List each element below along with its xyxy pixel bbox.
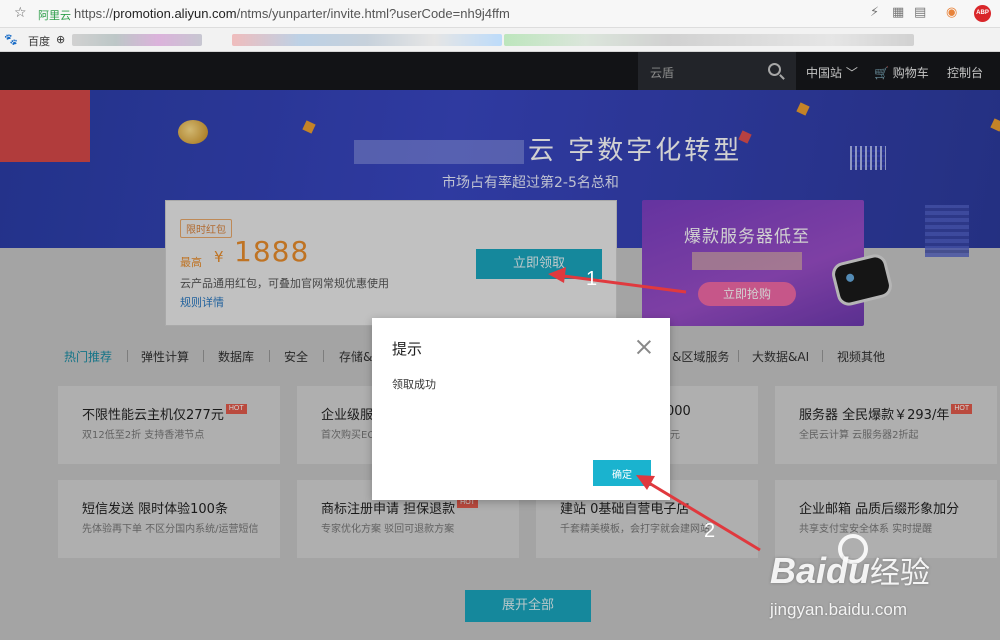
logo-cn: 经验 <box>870 557 931 590</box>
lightning-icon[interactable]: ⚡ <box>870 5 879 20</box>
url-host: promotion.aliyun.com <box>113 6 237 21</box>
url-path: /ntms/yunparter/invite.html?userCode=nh9… <box>236 6 510 21</box>
confirm-button[interactable]: 确定 <box>593 460 651 486</box>
url-field[interactable]: https://promotion.aliyun.com/ntms/yunpar… <box>74 6 510 21</box>
logo-right: du <box>826 550 871 591</box>
baidu-logo: Baidu经验 <box>770 548 930 592</box>
browser-address-bar: ☆ 阿里云 https://promotion.aliyun.com/ntms/… <box>0 0 1000 28</box>
dialog-message: 领取成功 <box>392 378 436 391</box>
blurred-bookmarks <box>232 34 502 46</box>
grid-icon[interactable]: ▤ <box>914 5 926 20</box>
annotation-number-1: 1 <box>586 268 598 290</box>
annotation-number-2: 2 <box>704 520 716 542</box>
watermark-domain: jingyan.baidu.com <box>770 600 908 619</box>
logo-left: Bai <box>770 550 827 591</box>
bookmark-star-icon[interactable]: ☆ <box>14 5 27 21</box>
paw-icon: 🐾 <box>4 33 18 46</box>
game-icon[interactable]: ◉ <box>946 5 957 20</box>
blurred-bookmarks <box>72 34 202 46</box>
site-identity: 阿里云 <box>38 9 71 22</box>
blurred-bookmarks <box>504 34 914 46</box>
baidu-watermark: Baidu经验 jingyan.baidu.com <box>760 530 990 630</box>
url-scheme: https:// <box>74 6 114 21</box>
dialog-title: 提示 <box>392 340 423 358</box>
bookmark-baidu[interactable]: 百度 <box>28 33 50 49</box>
success-dialog: 提示 领取成功 确定 <box>372 318 670 500</box>
bookmarks-bar: 🐾 百度 ⊕ <box>0 28 1000 52</box>
qr-icon[interactable]: ▦ <box>892 5 904 20</box>
adblock-icon[interactable]: ABP <box>974 5 991 22</box>
close-icon[interactable] <box>635 338 653 356</box>
globe-icon: ⊕ <box>56 33 66 46</box>
